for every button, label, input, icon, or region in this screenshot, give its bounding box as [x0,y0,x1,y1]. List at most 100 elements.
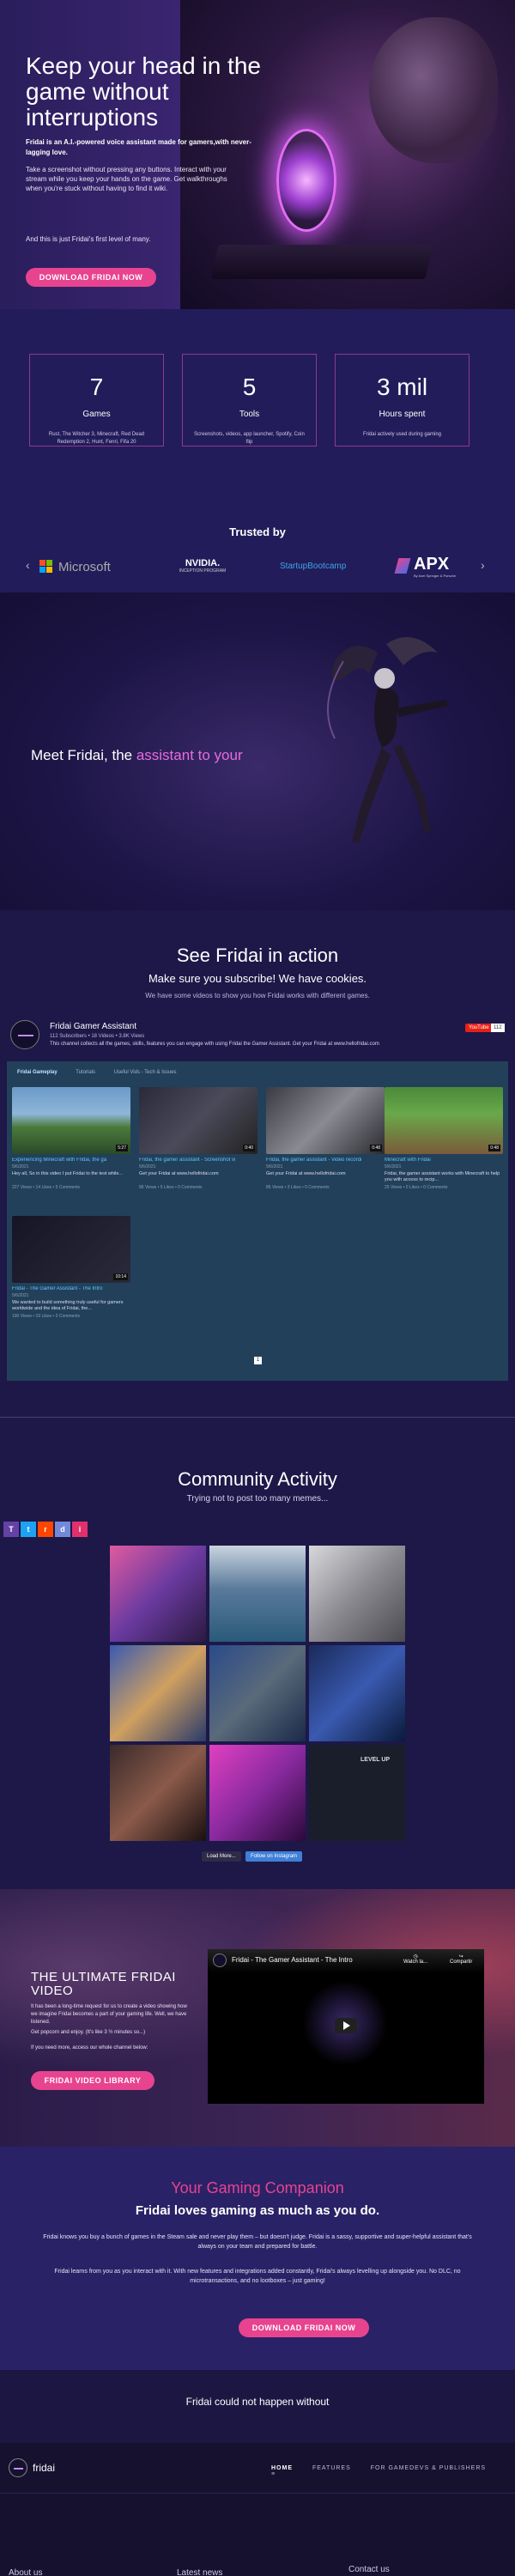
download-button[interactable]: DOWNLOAD FRIDAI NOW [26,268,156,287]
nav-features[interactable]: FEATURES [312,2465,351,2471]
load-more-button[interactable]: Load More... [202,1851,241,1862]
play-icon[interactable] [335,2018,357,2033]
carousel-next-icon[interactable]: › [481,558,485,572]
channel-description: This channel collects all the games, ski… [50,1042,379,1047]
post-text: LEVEL UP [360,1757,391,1763]
instagram-post[interactable] [209,1645,306,1741]
video-section: See Fridai in action Make sure you subsc… [0,910,515,1425]
meet-section: Meet Fridai, the assistant to your [0,592,515,910]
channel-avatar[interactable] [10,1020,39,1049]
youtube-subscribe-button[interactable]: YouTube [465,1024,493,1032]
ultimate-paragraph-2: Get popcorn and enjoy. (It's like 3 ½ mi… [31,2030,146,2035]
stat-sub: Rust, The Witcher 3, Minecraft, Red Dead… [48,432,145,445]
nav-gamedevs[interactable]: FOR GAMEDEVS & PUBLISHERS [371,2465,486,2471]
carousel-prev-icon[interactable]: ‹ [26,558,30,572]
hero-title: Keep your head in the game without inter… [26,52,261,131]
instagram-post[interactable] [110,1546,206,1642]
tab-gameplay[interactable]: Fridai Gameplay [17,1070,58,1075]
apx-subtitle: By Axel Springer & Porsche [414,574,457,578]
video-tabs: Fridai Gameplay Tutorials Useful Vids - … [17,1070,194,1075]
instagram-post[interactable] [209,1745,306,1841]
video-card[interactable]: 0:48 Minecraft with Fridai 5/6/2021 Frid… [385,1087,503,1190]
video-title[interactable]: Minecraft with Fridai [385,1157,503,1163]
apx-wordmark: APX [414,555,450,574]
ultimate-video-section: THE ULTIMATE FRIDAI VIDEO It has been a … [0,1889,515,2147]
twitter-icon[interactable]: t [21,1522,36,1537]
page-number[interactable]: 1 [254,1357,262,1364]
brand-name[interactable]: fridai [33,2462,55,2474]
video-card[interactable]: 0:40 Fridai, the gamer assistant - Scree… [139,1087,258,1190]
stat-sub: Fridai actively used during gaming [362,432,442,437]
footer-nav: HOME FEATURES FOR GAMEDEVS & PUBLISHERS … [271,2465,515,2477]
community-section: Community Activity Trying not to post to… [0,1425,515,1889]
hero-lead: Fridai is an A.I.-powered voice assistan… [26,138,251,156]
instagram-post[interactable] [110,1645,206,1741]
trusted-heading: Trusted by [229,526,286,538]
clock-icon: ◷ [413,1954,418,1959]
video-date: 5/6/2021 [266,1164,283,1170]
discord-icon[interactable]: d [55,1522,70,1537]
hero-section: Keep your head in the game without inter… [0,0,515,309]
video-player[interactable]: Fridai - The Gamer Assistant - The Intro… [208,1949,484,2104]
instagram-post[interactable] [309,1645,405,1741]
video-card[interactable]: 10:14 Fridai - The Gamer Assistant - The… [12,1216,130,1319]
ultimate-paragraph-3: If you need more, access our whole chann… [31,2045,148,2050]
video-card[interactable]: 5:27 Experiencing Minecraft with Fridai,… [12,1087,130,1190]
microsoft-logo: Microsoft [39,555,125,580]
footer: fridai HOME FEATURES FOR GAMEDEVS & PUBL… [0,2443,515,2576]
share-button[interactable]: ↪ Compartir [450,1953,472,1965]
reddit-icon[interactable]: r [38,1522,53,1537]
menu-icon[interactable]: ≡ [271,2471,276,2477]
about-us-link[interactable]: About us [9,2568,42,2576]
video-stats: 86 Views • 5 Likes • 0 Comments [139,1185,203,1190]
instagram-post[interactable] [309,1546,405,1642]
divider [0,1417,515,1418]
video-thumbnail[interactable]: 10:14 [12,1216,130,1283]
video-stats: 86 Views • 3 Likes • 0 Comments [266,1185,330,1190]
companion-subtitle: Fridai loves gaming as much as you do. [135,2203,380,2218]
video-stats: 25 Views • 0 Likes • 0 Comments [385,1185,448,1190]
fridai-orb-graphic [276,129,336,232]
video-subtitle: Make sure you subscribe! We have cookies… [148,972,367,985]
stat-label: Games [82,410,111,419]
fridai-logo-icon[interactable] [9,2458,27,2477]
video-thumbnail[interactable]: 0:48 [385,1087,503,1154]
microsoft-wordmark: Microsoft [58,560,111,574]
twitch-icon[interactable]: T [3,1522,19,1537]
instagram-icon[interactable]: i [72,1522,88,1537]
download-button-2[interactable]: DOWNLOAD FRIDAI NOW [239,2318,369,2337]
video-library-button[interactable]: FRIDAI VIDEO LIBRARY [31,2071,154,2090]
latest-news-link[interactable]: Latest news [177,2568,222,2576]
community-subtitle: Trying not to post too many memes... [186,1494,329,1504]
video-card[interactable]: 0:48 Fridai, the gamer assistant - Video… [266,1087,385,1190]
stat-number: 7 [89,374,104,400]
ultimate-paragraph: It has been a long-time request for us t… [31,2004,187,2025]
video-thumbnail[interactable]: 5:27 [12,1087,130,1154]
nav-home[interactable]: HOME [271,2465,293,2471]
player-title[interactable]: Fridai - The Gamer Assistant - The Intro [232,1956,353,1964]
video-thumbnail[interactable]: 0:40 [139,1087,258,1154]
companion-title: Your Gaming Companion [171,2179,344,2196]
watch-later-button[interactable]: ◷ Watch la... [403,1953,427,1965]
stat-number: 5 [242,374,257,400]
instagram-post[interactable]: LEVEL UP [309,1745,405,1841]
video-title[interactable]: Experiencing Minecraft with Fridai, the … [12,1157,130,1163]
video-stats: 190 Views • 19 Likes • 3 Comments [12,1314,81,1319]
instagram-post[interactable] [209,1546,306,1642]
video-title[interactable]: Fridai, the gamer assistant - Screenshot… [139,1157,258,1163]
tab-tutorials[interactable]: Tutorials [76,1070,95,1075]
contact-us-link[interactable]: Contact us [348,2565,390,2574]
startupbootcamp-logo: StartupBootcamp [280,555,357,580]
instagram-post[interactable] [110,1745,206,1841]
video-date: 5/6/2021 [385,1164,402,1170]
player-channel-avatar[interactable] [213,1953,227,1967]
video-title[interactable]: Fridai, the gamer assistant - Video reco… [266,1157,385,1163]
subscriber-count: 112 [491,1024,505,1032]
video-duration: 0:48 [488,1145,500,1151]
follow-instagram-button[interactable]: Follow on Instagram [245,1851,303,1862]
video-title[interactable]: Fridai - The Gamer Assistant - The Intro [12,1286,130,1291]
tab-useful[interactable]: Useful Vids - Tech & Issues [114,1070,177,1075]
video-thumbnail[interactable]: 0:48 [266,1087,385,1154]
stat-sub: Screenshots, videos, app launcher, Spoti… [194,432,305,445]
channel-name[interactable]: Fridai Gamer Assistant [50,1022,136,1031]
